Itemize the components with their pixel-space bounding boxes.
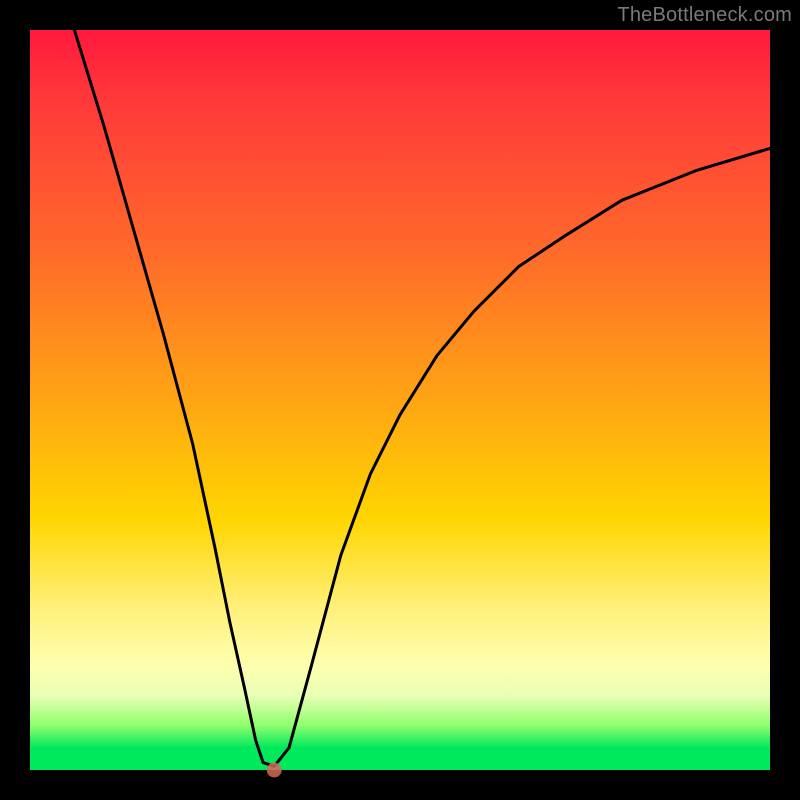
bottleneck-curve — [74, 30, 770, 766]
curve-svg — [30, 30, 770, 770]
chart-frame: TheBottleneck.com — [0, 0, 800, 800]
plot-area — [30, 30, 770, 770]
watermark-text: TheBottleneck.com — [617, 4, 792, 27]
minimum-marker — [267, 763, 282, 778]
